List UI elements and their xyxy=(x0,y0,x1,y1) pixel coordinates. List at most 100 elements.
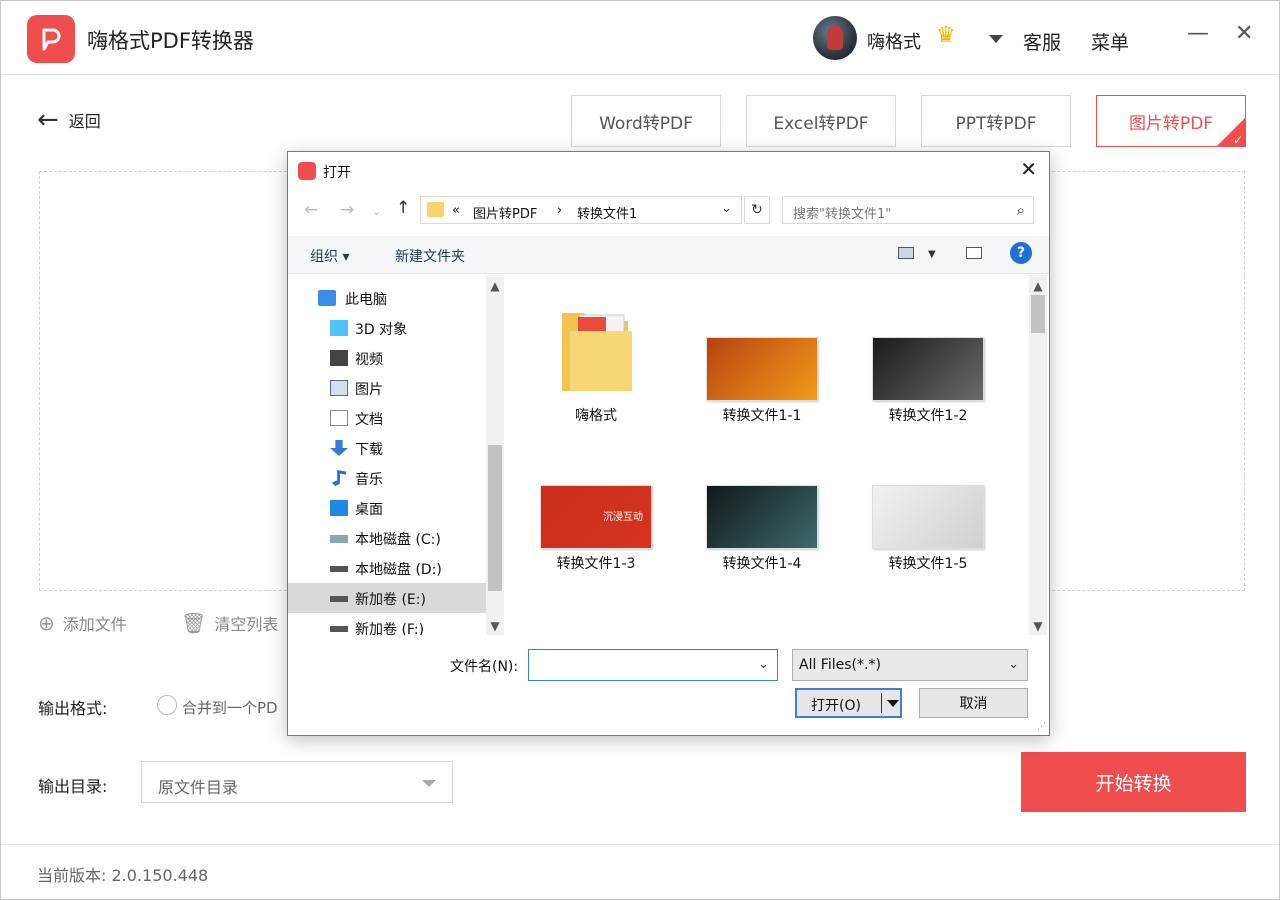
file-item-label: 转换文件1-2 xyxy=(888,408,968,424)
dialog-close-icon[interactable]: ✕ xyxy=(1020,159,1037,179)
back-label: 返回 xyxy=(68,112,101,131)
tree-item[interactable]: 新加卷 (F:) xyxy=(288,613,486,635)
tree-item[interactable]: 新加卷 (E:) xyxy=(288,583,486,613)
computer-icon xyxy=(318,290,336,306)
output-dir-value: 原文件目录 xyxy=(158,778,239,797)
output-dir-label: 输出目录: xyxy=(38,777,108,796)
menu-link[interactable]: 菜单 xyxy=(1091,28,1129,55)
output-format-label: 输出格式: xyxy=(38,699,108,718)
window-close-icon[interactable]: ✕ xyxy=(1235,23,1253,45)
file-item[interactable]: 转换文件1-5 xyxy=(858,437,998,587)
tab-word-to-pdf[interactable]: Word转PDF xyxy=(571,95,721,147)
preview-pane-icon[interactable] xyxy=(966,247,982,259)
tree-item[interactable]: 文档 xyxy=(288,403,486,433)
folder-item[interactable]: 嗨格式 xyxy=(526,289,666,439)
dialog-title-bar: 打开 ✕ xyxy=(288,152,1049,190)
address-dropdown-icon[interactable]: ⌄ xyxy=(721,201,732,216)
breadcrumb-item[interactable]: 图片转PDF xyxy=(473,203,537,222)
tree-item[interactable]: 下载 xyxy=(288,433,486,463)
open-options-icon[interactable] xyxy=(887,700,899,707)
service-link[interactable]: 客服 xyxy=(1023,28,1061,55)
filename-input[interactable]: ⌄ xyxy=(528,649,778,681)
scroll-up-icon[interactable]: ▲ xyxy=(1029,279,1047,293)
drive-icon xyxy=(330,626,348,632)
cancel-button[interactable]: 取消 xyxy=(919,688,1028,718)
nav-scrollbar[interactable]: ▲ ▼ xyxy=(486,275,504,635)
filetype-select[interactable]: All Files(*.*) ⌄ xyxy=(792,649,1028,681)
search-input[interactable]: 搜索"转换文件1" ⌕ xyxy=(782,196,1034,224)
file-item-label: 转换文件1-3 xyxy=(556,556,636,572)
clear-list-label: 清空列表 xyxy=(214,615,279,634)
refresh-icon[interactable]: ↻ xyxy=(744,196,770,224)
tree-item-label: 3D 对象 xyxy=(355,322,408,338)
scroll-down-icon[interactable]: ▼ xyxy=(1029,619,1047,633)
files-scroll-thumb[interactable] xyxy=(1031,295,1045,333)
new-folder-button[interactable]: 新建文件夹 xyxy=(395,246,465,266)
help-icon[interactable]: ? xyxy=(1010,242,1032,264)
tree-item[interactable]: 音乐 xyxy=(288,463,486,493)
tab-image-to-pdf[interactable]: 图片转PDF ✓ xyxy=(1096,95,1246,147)
tree-item-label: 桌面 xyxy=(355,502,383,518)
file-item-label: 转换文件1-1 xyxy=(722,408,802,424)
file-item[interactable]: 转换文件1-2 xyxy=(858,289,998,439)
version-text: 当前版本: 2.0.150.448 xyxy=(37,866,209,885)
music-icon xyxy=(331,470,347,486)
files-scrollbar[interactable]: ▲ ▼ xyxy=(1029,275,1047,635)
organize-menu[interactable]: 组织 ▾ xyxy=(310,246,349,266)
user-name[interactable]: 嗨格式 xyxy=(867,28,921,54)
tree-item[interactable]: 此电脑 xyxy=(288,283,486,313)
scroll-up-icon[interactable]: ▲ xyxy=(486,279,504,293)
vip-crown-icon: ♛ xyxy=(936,23,956,48)
tree-item[interactable]: 3D 对象 xyxy=(288,313,486,343)
download-icon xyxy=(330,440,348,456)
tab-ppt-to-pdf[interactable]: PPT转PDF xyxy=(921,95,1071,147)
file-item-label: 嗨格式 xyxy=(575,408,617,424)
user-dropdown-icon[interactable] xyxy=(989,35,1003,43)
minimize-icon[interactable]: — xyxy=(1187,23,1209,45)
merge-radio[interactable] xyxy=(157,695,177,715)
forward-nav-icon[interactable]: → xyxy=(340,202,354,219)
output-dir-select[interactable]: 原文件目录 xyxy=(141,761,453,803)
clear-list-button[interactable]: 🗑 清空列表 xyxy=(181,611,278,635)
scroll-down-icon[interactable]: ▼ xyxy=(486,619,504,633)
recent-locations-icon[interactable]: ⌄ xyxy=(372,206,381,217)
filename-dropdown-icon[interactable]: ⌄ xyxy=(758,657,769,672)
tree-item-label: 本地磁盘 (D:) xyxy=(355,562,442,578)
open-file-dialog: 打开 ✕ ← → ⌄ ↑ « 图片转PDF › 转换文件1 ⌄ ↻ 搜索"转换文… xyxy=(287,151,1050,736)
view-options-icon[interactable]: ▼ xyxy=(928,249,936,260)
image-thumbnail: 沉浸互动 xyxy=(540,485,652,549)
drive-icon xyxy=(330,566,348,572)
address-bar[interactable]: « 图片转PDF › 转换文件1 ⌄ xyxy=(420,196,742,224)
breadcrumb-overflow[interactable]: « xyxy=(452,203,460,218)
tree-item[interactable]: 视频 xyxy=(288,343,486,373)
tree-item[interactable]: 本地磁盘 (C:) xyxy=(288,523,486,553)
add-files-button[interactable]: ⊕ 添加文件 xyxy=(38,611,127,635)
user-avatar[interactable] xyxy=(813,16,857,60)
breadcrumb-item[interactable]: 转换文件1 xyxy=(577,203,637,222)
file-item[interactable]: 转换文件1-4 xyxy=(692,437,832,587)
back-button[interactable]: ← 返回 xyxy=(37,107,101,133)
file-item[interactable]: 沉浸互动转换文件1-3 xyxy=(526,437,666,587)
file-item[interactable]: 转换文件1-1 xyxy=(692,289,832,439)
tree-item-label: 视频 xyxy=(355,352,383,368)
add-files-label: 添加文件 xyxy=(62,615,127,634)
back-nav-icon[interactable]: ← xyxy=(304,202,318,219)
resize-grip-icon[interactable]: ⋰ xyxy=(1037,723,1046,732)
start-convert-button[interactable]: 开始转换 xyxy=(1021,752,1246,812)
tree-item[interactable]: 桌面 xyxy=(288,493,486,523)
up-folder-icon[interactable]: ↑ xyxy=(396,200,410,217)
tree-item-label: 此电脑 xyxy=(345,292,387,308)
image-thumbnail xyxy=(706,485,818,549)
drive-icon xyxy=(330,596,348,602)
change-view-icon[interactable] xyxy=(898,247,914,259)
desktop-icon xyxy=(330,500,348,516)
nav-scroll-thumb[interactable] xyxy=(488,445,502,591)
search-placeholder: 搜索"转换文件1" xyxy=(793,207,892,222)
tree-item[interactable]: 图片 xyxy=(288,373,486,403)
breadcrumb-separator-icon[interactable]: › xyxy=(557,203,562,218)
tree-item[interactable]: 本地磁盘 (D:) xyxy=(288,553,486,583)
tab-excel-to-pdf[interactable]: Excel转PDF xyxy=(746,95,896,147)
dialog-app-icon xyxy=(298,162,316,180)
open-button[interactable]: 打开(O) xyxy=(795,688,902,718)
merge-option-label[interactable]: 合并到一个PD xyxy=(182,697,278,718)
